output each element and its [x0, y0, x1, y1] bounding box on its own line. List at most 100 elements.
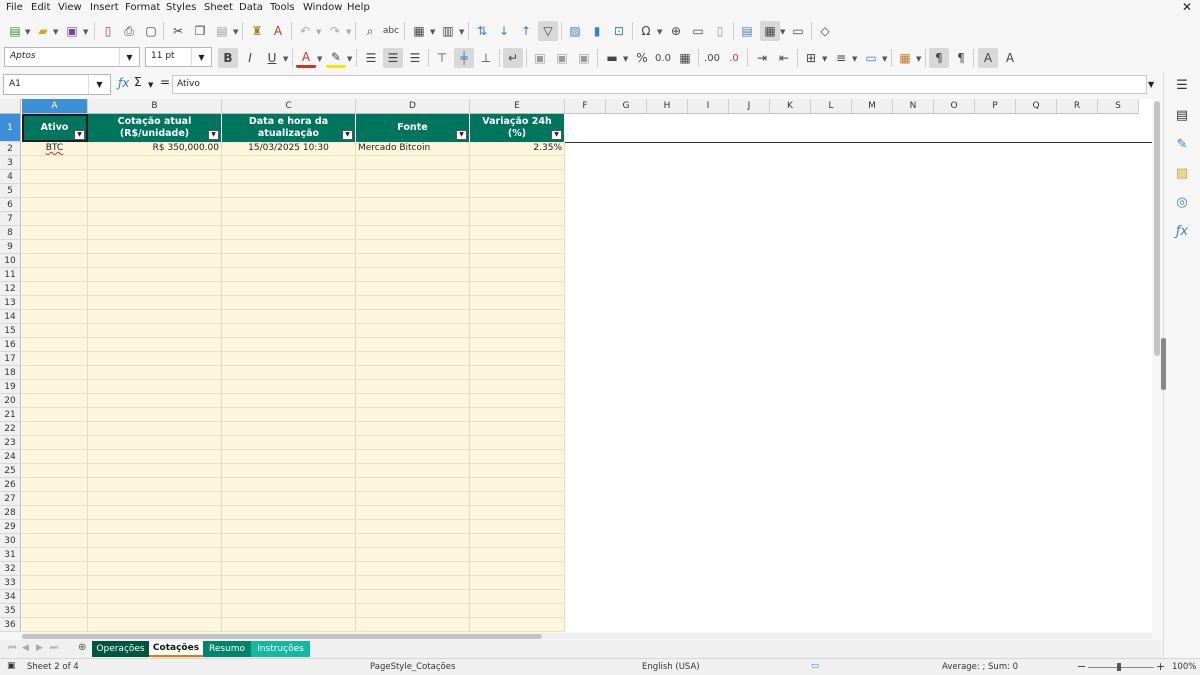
functions-icon[interactable]: ƒx — [1172, 221, 1192, 241]
row-header-11[interactable]: 11 — [0, 268, 21, 282]
unmerge-cells-icon[interactable]: ▣ — [574, 48, 594, 68]
border-style-dropdown-icon[interactable]: ▼ — [852, 55, 857, 63]
table-cell[interactable] — [88, 534, 222, 548]
table-cell[interactable] — [222, 268, 356, 282]
horizontal-scroll-thumb[interactable] — [22, 634, 542, 639]
special-character-dropdown-icon[interactable]: ▼ — [657, 28, 662, 36]
clone-formatting-icon[interactable]: ♜ — [247, 21, 267, 41]
font-color-icon[interactable]: A — [296, 48, 316, 68]
table-cell[interactable] — [22, 338, 88, 352]
header-ativo[interactable]: Ativo ▼ — [22, 114, 88, 142]
first-sheet-icon[interactable]: ⏮ — [8, 643, 16, 653]
table-cell[interactable] — [356, 268, 470, 282]
table-cell[interactable] — [22, 268, 88, 282]
table-cell[interactable] — [470, 604, 565, 618]
table-cell[interactable] — [222, 380, 356, 394]
freeze-rows-columns-icon[interactable]: ▦ — [760, 21, 780, 41]
table-cell[interactable] — [356, 156, 470, 170]
paste-dropdown-icon[interactable]: ▼ — [233, 28, 238, 36]
table-cell[interactable] — [88, 156, 222, 170]
row-header-28[interactable]: 28 — [0, 506, 21, 520]
table-cell[interactable] — [88, 268, 222, 282]
table-cell[interactable] — [470, 492, 565, 506]
table-cell[interactable] — [22, 548, 88, 562]
menu-insert[interactable]: Insert — [90, 2, 119, 13]
table-cell[interactable] — [222, 226, 356, 240]
table-cell[interactable] — [22, 436, 88, 450]
table-cell[interactable] — [22, 212, 88, 226]
table-cell[interactable] — [22, 478, 88, 492]
autofilter-button-icon[interactable]: ▼ — [208, 130, 219, 140]
row-header-10[interactable]: 10 — [0, 254, 21, 268]
table-cell[interactable] — [470, 436, 565, 450]
menu-file[interactable]: File — [6, 2, 23, 13]
cell-e2[interactable]: 2.35% — [470, 142, 565, 156]
table-cell[interactable] — [356, 352, 470, 366]
table-cell[interactable] — [222, 604, 356, 618]
table-cell[interactable] — [88, 590, 222, 604]
redo-icon[interactable]: ↷ — [325, 21, 345, 41]
menu-help[interactable]: Help — [347, 2, 370, 13]
table-cell[interactable] — [88, 604, 222, 618]
show-draw-functions-icon[interactable]: ◇ — [815, 21, 835, 41]
table-cell[interactable] — [88, 282, 222, 296]
table-cell[interactable] — [22, 520, 88, 534]
redo-dropdown-icon[interactable]: ▼ — [346, 28, 351, 36]
autofilter-button-icon[interactable]: ▼ — [456, 130, 467, 140]
highlight-dropdown-icon[interactable]: ▼ — [347, 55, 352, 63]
table-cell[interactable] — [470, 380, 565, 394]
table-cell[interactable] — [470, 520, 565, 534]
table-cell[interactable] — [470, 156, 565, 170]
table-cell[interactable] — [470, 478, 565, 492]
right-to-left-icon[interactable]: ¶ — [951, 48, 971, 68]
text-direction-vertical-icon[interactable]: A — [1000, 48, 1020, 68]
add-decimal-icon[interactable]: .00 — [702, 48, 722, 68]
table-cell[interactable] — [356, 366, 470, 380]
table-cell[interactable] — [356, 618, 470, 632]
row-header-32[interactable]: 32 — [0, 562, 21, 576]
table-cell[interactable] — [88, 310, 222, 324]
number-format-icon[interactable]: 0.0 — [653, 48, 673, 68]
align-bottom-icon[interactable]: ⊥ — [476, 48, 496, 68]
table-cell[interactable] — [470, 268, 565, 282]
table-cell[interactable] — [222, 198, 356, 212]
table-cell[interactable] — [222, 240, 356, 254]
table-cell[interactable] — [356, 380, 470, 394]
table-cell[interactable] — [88, 618, 222, 632]
table-cell[interactable] — [88, 212, 222, 226]
delete-decimal-icon[interactable]: .0 — [724, 48, 744, 68]
row-header-4[interactable]: 4 — [0, 170, 21, 184]
table-cell[interactable] — [356, 520, 470, 534]
sum-dropdown-icon[interactable]: ▼ — [148, 81, 153, 89]
spreadsheet-grid[interactable]: ABCDEFGHIJKLMNOPQRS 1 2 3 4 5 6 7 8 9 10 11 12 13 14 1… — [0, 99, 1152, 632]
table-cell[interactable] — [356, 394, 470, 408]
table-cell[interactable] — [88, 240, 222, 254]
autofilter-button-icon[interactable]: ▼ — [342, 130, 353, 140]
menu-edit[interactable]: Edit — [31, 2, 50, 13]
table-cell[interactable] — [470, 408, 565, 422]
menu-view[interactable]: View — [58, 2, 82, 13]
table-cell[interactable] — [470, 184, 565, 198]
table-cell[interactable] — [222, 184, 356, 198]
name-box-dropdown-icon[interactable]: ▼ — [88, 75, 110, 94]
table-cell[interactable] — [356, 338, 470, 352]
row-header-36[interactable]: 36 — [0, 618, 21, 632]
insert-chart-icon[interactable]: ▮ — [587, 21, 607, 41]
sort-icon[interactable]: ⇅ — [472, 21, 492, 41]
underline-dropdown-icon[interactable]: ▼ — [283, 55, 288, 63]
table-cell[interactable] — [356, 296, 470, 310]
header-fonte[interactable]: Fonte ▼ — [356, 114, 470, 142]
table-cell[interactable] — [222, 436, 356, 450]
save-dropdown-icon[interactable]: ▼ — [83, 28, 88, 36]
column-header-n[interactable]: N — [893, 99, 934, 114]
row-header-15[interactable]: 15 — [0, 324, 21, 338]
align-left-icon[interactable]: ☰ — [361, 48, 381, 68]
row-header-17[interactable]: 17 — [0, 352, 21, 366]
column-header-q[interactable]: Q — [1016, 99, 1057, 114]
table-cell[interactable] — [470, 548, 565, 562]
column-header-o[interactable]: O — [934, 99, 975, 114]
row-header-6[interactable]: 6 — [0, 198, 21, 212]
table-cell[interactable] — [470, 198, 565, 212]
font-name-dropdown-icon[interactable]: ▼ — [119, 48, 139, 66]
table-cell[interactable] — [356, 254, 470, 268]
